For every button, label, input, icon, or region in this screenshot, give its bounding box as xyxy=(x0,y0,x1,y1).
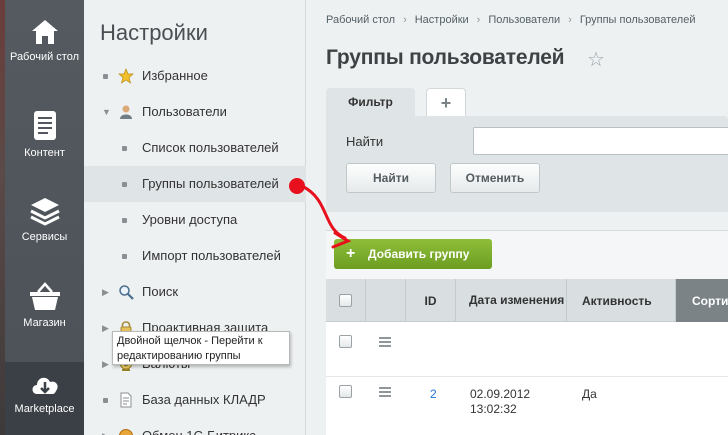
chevron-right-icon: ▶ xyxy=(102,418,109,435)
page-icon xyxy=(120,392,132,408)
bullet xyxy=(122,146,127,151)
add-tab-button[interactable]: + xyxy=(426,88,466,116)
row-checkbox[interactable] xyxy=(339,335,352,348)
menu-item-kladr[interactable]: База данных КЛАДР xyxy=(84,382,306,418)
main-content: Рабочий стол › Настройки › Пользователи › Груп… xyxy=(306,0,728,435)
breadcrumb-users[interactable]: Пользователи xyxy=(488,14,560,26)
user-icon xyxy=(120,105,132,119)
menu-label: Пользователи xyxy=(142,104,227,119)
rail-item-desktop-label: Рабочий стол xyxy=(9,51,80,63)
row-menu-icon[interactable] xyxy=(379,387,391,399)
breadcrumb-desktop[interactable]: Рабочий стол xyxy=(326,14,395,26)
menu-item-search[interactable]: ▶ Поиск xyxy=(84,274,306,310)
breadcrumb-separator: › xyxy=(568,14,572,26)
table-header: ID Дата изменения Активность Сорти xyxy=(326,279,728,322)
column-header-sort[interactable]: Сорти xyxy=(676,279,728,322)
rail-item-content-label: Контент xyxy=(24,147,65,159)
left-rail: Рабочий стол Контент Сервисы Магазин Mar… xyxy=(0,0,84,435)
tab-filter[interactable]: Фильтр xyxy=(326,88,415,116)
row-checkbox[interactable] xyxy=(339,385,352,398)
rail-item-marketplace[interactable]: Marketplace xyxy=(5,362,84,435)
chevron-right-icon: ▶ xyxy=(102,323,109,333)
rail-item-marketplace-label: Marketplace xyxy=(14,403,75,415)
select-all-checkbox[interactable] xyxy=(339,294,352,307)
menu-label: Обмен 1С-Битрикс xyxy=(142,418,256,435)
row-menu-icon[interactable] xyxy=(379,337,391,349)
column-header-date[interactable]: Дата изменения xyxy=(456,279,567,322)
settings-panel: Настройки Избранное ▼ Пользователи Списо… xyxy=(84,0,306,435)
basket-icon xyxy=(29,282,60,310)
table-row[interactable] xyxy=(326,323,728,377)
menu-label: База данных КЛАДР xyxy=(142,392,266,407)
column-header-id[interactable]: ID xyxy=(406,279,456,322)
add-group-button[interactable]: + Добавить группу xyxy=(334,239,492,269)
chevron-down-icon: ▼ xyxy=(102,107,111,117)
bullet xyxy=(103,398,108,403)
row-id[interactable]: 2 xyxy=(430,387,437,401)
menu-item-user-groups[interactable]: Группы пользователей xyxy=(84,166,306,202)
select-all-cell xyxy=(326,279,366,322)
filter-panel: Найти Найти Отменить xyxy=(326,116,728,212)
breadcrumb-separator: › xyxy=(403,14,407,26)
panel-title: Настройки xyxy=(100,20,208,45)
rail-item-shop[interactable]: Магазин xyxy=(5,282,84,330)
table-row[interactable]: 2 02.09.2012 13:02:32 Да xyxy=(326,377,728,435)
rail-item-services[interactable]: Сервисы xyxy=(5,196,84,244)
menu-item-favorites[interactable]: Избранное xyxy=(84,58,306,94)
rail-item-services-label: Сервисы xyxy=(21,231,68,243)
rail-item-desktop[interactable]: Рабочий стол xyxy=(5,18,84,64)
find-label: Найти xyxy=(346,134,384,149)
breadcrumb-user-groups[interactable]: Группы пользователей xyxy=(580,14,696,26)
row-tooltip: Двойной щелчок - Перейти к редактировани… xyxy=(112,331,290,365)
breadcrumb-settings[interactable]: Настройки xyxy=(415,14,469,26)
breadcrumb: Рабочий стол › Настройки › Пользователи › Груп… xyxy=(326,14,695,26)
groups-grid: + Добавить группу ID Дата изменения Акти… xyxy=(326,230,728,435)
menu-item-access-levels[interactable]: Уровни доступа xyxy=(84,202,306,238)
find-input[interactable] xyxy=(473,127,728,155)
rail-item-content[interactable]: Контент xyxy=(5,110,84,160)
star-icon xyxy=(118,68,134,84)
bullet xyxy=(122,254,127,259)
grid-toolbar: + Добавить группу xyxy=(326,231,728,279)
home-icon xyxy=(31,20,58,44)
menu-label: Импорт пользователей xyxy=(142,248,281,263)
bullet xyxy=(103,74,108,79)
menu-item-user-list[interactable]: Список пользователей xyxy=(84,130,306,166)
rail-item-shop-label: Магазин xyxy=(23,317,66,329)
favorite-star-icon[interactable]: ☆ xyxy=(587,47,605,72)
cancel-button[interactable]: Отменить xyxy=(450,163,540,193)
menu-label: Группы пользователей xyxy=(142,176,279,191)
breadcrumb-separator: › xyxy=(476,14,481,26)
search-icon xyxy=(119,285,134,300)
menu-item-users[interactable]: ▼ Пользователи xyxy=(84,94,306,130)
cloud-download-icon xyxy=(32,377,58,394)
column-header-active[interactable]: Активность xyxy=(567,279,676,322)
document-icon xyxy=(33,111,56,140)
layers-icon xyxy=(29,198,60,226)
menu-label: Поиск xyxy=(142,284,179,299)
plus-icon: + xyxy=(346,245,356,262)
menu-item-user-import[interactable]: Импорт пользователей xyxy=(84,238,306,274)
find-button[interactable]: Найти xyxy=(346,163,436,193)
menu-label: Избранное xyxy=(142,68,208,83)
bullet xyxy=(122,218,127,223)
menu-label: Список пользователей xyxy=(142,140,279,155)
chevron-right-icon: ▶ xyxy=(102,359,109,369)
page-title: Группы пользователей xyxy=(326,46,565,69)
row-date: 02.09.2012 13:02:32 xyxy=(470,387,531,416)
chevron-right-icon: ▶ xyxy=(102,287,109,297)
add-group-label: Добавить группу xyxy=(368,247,470,261)
settings-column-header[interactable] xyxy=(366,279,406,322)
bullet xyxy=(122,182,127,187)
menu-item-1c-exchange[interactable]: ▶ Обмен 1С-Битрикс xyxy=(84,418,306,435)
row-active: Да xyxy=(582,387,597,401)
menu-label: Уровни доступа xyxy=(142,212,238,227)
exchange-icon xyxy=(119,429,133,435)
